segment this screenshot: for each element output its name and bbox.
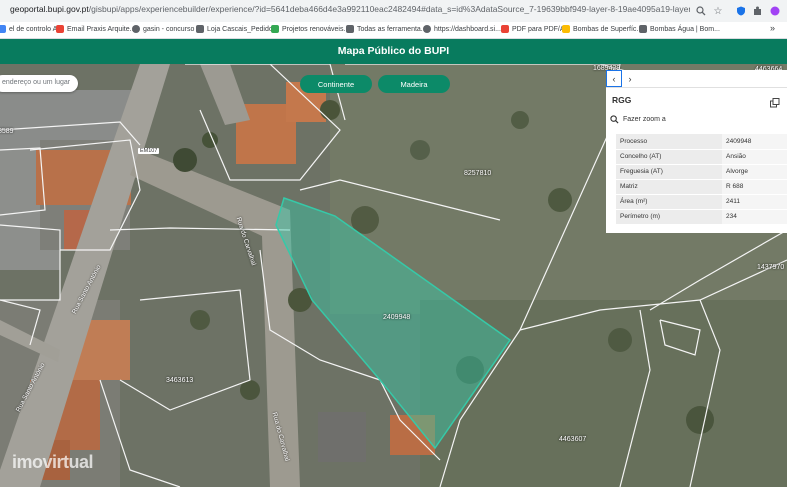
bookmark-favicon (423, 25, 431, 33)
attribute-value: 234 (722, 209, 787, 225)
url-field[interactable]: geoportal.bupi.gov.pt/gisbupi/apps/exper… (10, 4, 690, 14)
next-feature-button[interactable]: › (622, 70, 638, 87)
road-sign: EM107 (138, 148, 160, 154)
bookmark-favicon (562, 25, 570, 33)
bookmark-item[interactable]: Bombas de Superfíc... (562, 25, 642, 33)
table-row: Área (m²) 2411 (616, 194, 787, 210)
table-row: Processo 2409948 (616, 134, 787, 150)
bookmark-label: Loja Cascais_Pedidos (207, 25, 277, 33)
attribute-key: Concelho (AT) (616, 149, 722, 165)
bookmark-favicon (346, 25, 354, 33)
bookmark-label: Bombas de Superfíc... (573, 25, 643, 33)
bookmark-label: gasin - concurso (143, 25, 195, 33)
attribute-value: Alvorge (722, 164, 787, 180)
bookmark-item[interactable]: Bombas Água | Bom... (639, 25, 720, 33)
bookmark-label: Projetos renováveis... (282, 25, 350, 33)
app-header: Mapa Público do BUPI (0, 39, 787, 64)
attribute-key: Freguesia (AT) (616, 164, 722, 180)
bookmark-item[interactable]: Todas as ferramenta... (346, 25, 427, 33)
bookmark-label: Email Praxis Arquite... (67, 25, 136, 33)
attribute-value: R 688 (722, 179, 787, 195)
extension-shield-icon[interactable] (734, 4, 748, 18)
continente-button[interactable]: Continente (300, 75, 372, 93)
page-title: Mapa Público do BUPI (337, 45, 450, 57)
panel-navigation: ‹ › (606, 70, 787, 88)
url-host: geoportal.bupi.gov.pt (10, 4, 89, 14)
attribute-key: Matriz (616, 179, 722, 195)
attribute-key: Área (m²) (616, 194, 722, 210)
bookmark-favicon (639, 25, 647, 33)
bookmark-item[interactable]: el de controlo A... (0, 25, 63, 33)
bookmark-favicon (501, 25, 509, 33)
parcel-label: 4463607 (559, 436, 587, 443)
attribute-value: 2411 (722, 194, 787, 210)
bookmark-label: https://dashboard.si... (434, 25, 501, 33)
parcel-label: 3463613 (166, 377, 194, 384)
bookmark-favicon (0, 25, 6, 33)
feature-info-panel: RGG Fazer zoom a Processo 2409948 Concelh… (606, 88, 787, 233)
zoom-to-icon (610, 115, 619, 124)
bookmarks-overflow-icon[interactable]: » (770, 23, 775, 33)
bookmark-favicon (271, 25, 279, 33)
madeira-button[interactable]: Madeira (378, 75, 450, 93)
bookmark-label: Todas as ferramenta... (357, 25, 427, 33)
attribute-value: Ansião (722, 149, 787, 165)
bookmark-favicon (132, 25, 140, 33)
panel-title: RGG (612, 95, 632, 105)
bookmark-item[interactable]: Email Praxis Arquite... (56, 25, 135, 33)
zoom-icon[interactable] (694, 4, 708, 18)
bookmark-label: el de controlo A... (9, 25, 64, 33)
bookmark-item[interactable]: Projetos renováveis... (271, 25, 349, 33)
profile-icon[interactable] (768, 4, 782, 18)
bookmark-item[interactable]: https://dashboard.si... (423, 25, 501, 33)
bookmark-favicon (56, 25, 64, 33)
attribute-value: 2409948 (722, 134, 787, 150)
attribute-key: Processo (616, 134, 722, 150)
attribute-table: Processo 2409948 Concelho (AT) Ansião Freg… (616, 134, 787, 225)
bookmark-label: PDF para PDF/A (512, 25, 565, 33)
bookmark-item[interactable]: PDF para PDF/A (501, 25, 565, 33)
zoom-to-button[interactable]: Fazer zoom a (610, 115, 666, 124)
table-row: Concelho (AT) Ansião (616, 149, 787, 165)
attribute-key: Perímetro (m) (616, 209, 722, 225)
bookmark-label: Bombas Água | Bom... (650, 25, 720, 33)
table-row: Matriz R 688 (616, 179, 787, 195)
parcel-label: 2409948 (383, 314, 411, 321)
bookmark-star-icon[interactable]: ☆ (711, 4, 725, 18)
bookmark-item[interactable]: Loja Cascais_Pedidos (196, 25, 276, 33)
parcel-label: 8257810 (464, 170, 492, 177)
watermark-logo: imovirtual (12, 452, 94, 472)
browser-address-bar: geoportal.bupi.gov.pt/gisbupi/apps/exper… (0, 0, 787, 22)
zoom-to-label: Fazer zoom a (623, 116, 666, 123)
bookmarks-bar: el de controlo A... Email Praxis Arquite… (0, 22, 787, 39)
table-row: Freguesia (AT) Alvorge (616, 164, 787, 180)
bookmark-item[interactable]: gasin - concurso (132, 25, 194, 33)
extension-icon[interactable] (751, 4, 765, 18)
parcel-label: 8589 (0, 128, 14, 135)
table-row: Perímetro (m) 234 (616, 209, 787, 225)
address-search-input[interactable]: endereço ou um lugar (0, 75, 78, 92)
copy-icon[interactable] (770, 95, 780, 108)
previous-feature-button[interactable]: ‹ (606, 70, 622, 87)
parcel-label: 1437970 (757, 264, 785, 271)
url-path: /gisbupi/apps/experiencebuilder/experien… (88, 4, 690, 14)
bookmark-favicon (196, 25, 204, 33)
